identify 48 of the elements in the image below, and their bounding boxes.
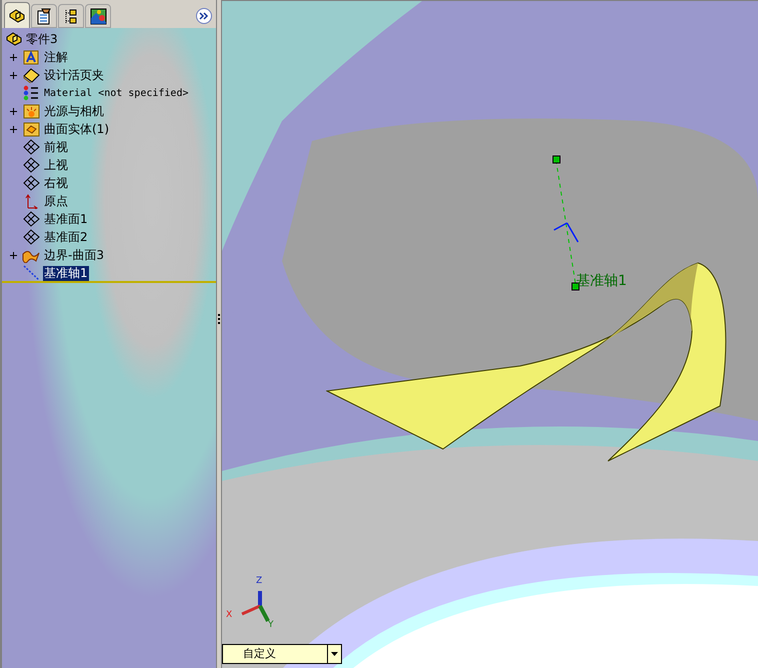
panel-tab[interactable] bbox=[31, 4, 57, 28]
tree-item[interactable]: 前视 bbox=[43, 140, 69, 154]
appearance-icon bbox=[90, 8, 106, 24]
hierarchy-icon bbox=[63, 8, 79, 24]
bodies-folder-icon bbox=[22, 122, 40, 136]
double-chevron-right-icon bbox=[199, 12, 209, 20]
tree-item[interactable]: 曲面实体(1) bbox=[43, 122, 110, 136]
plane-icon bbox=[22, 157, 40, 173]
view-dropdown[interactable]: 自定义 bbox=[222, 644, 342, 664]
tree-item[interactable]: 基准轴1 bbox=[43, 266, 89, 280]
origin-icon bbox=[24, 193, 38, 209]
panel-tab[interactable] bbox=[4, 2, 30, 28]
z-axis-label: Z bbox=[256, 577, 262, 586]
tree-item[interactable]: 设计活页夹 bbox=[43, 68, 105, 82]
annotation-folder-icon bbox=[23, 50, 39, 64]
plane-icon bbox=[22, 175, 40, 191]
material-icon bbox=[22, 85, 40, 101]
expand-plus-icon[interactable] bbox=[10, 108, 16, 114]
tree-item[interactable]: 注解 bbox=[43, 50, 69, 64]
part-icon bbox=[8, 8, 26, 24]
part-icon bbox=[5, 31, 23, 47]
tree-item[interactable]: 边界-曲面3 bbox=[43, 248, 105, 262]
x-axis-label: X bbox=[226, 611, 232, 620]
axis-icon bbox=[22, 265, 40, 281]
tree-item[interactable]: 原点 bbox=[43, 194, 69, 208]
expand-plus-icon[interactable] bbox=[10, 54, 16, 60]
document-icon bbox=[36, 8, 52, 24]
tree-item[interactable]: 基准面2 bbox=[43, 230, 89, 244]
plane-icon bbox=[22, 139, 40, 155]
tree-root-label[interactable]: 零件3 bbox=[26, 30, 58, 48]
panel-tab[interactable] bbox=[85, 4, 111, 28]
axis-label: 基准轴1 bbox=[576, 272, 627, 291]
lights-folder-icon bbox=[22, 104, 40, 118]
binder-icon bbox=[22, 68, 40, 82]
tree-item[interactable]: 基准面1 bbox=[43, 212, 89, 226]
expand-plus-icon[interactable] bbox=[10, 252, 16, 258]
expand-plus-icon[interactable] bbox=[10, 126, 16, 132]
plane-icon bbox=[22, 211, 40, 227]
tree-item[interactable]: Material <not specified> bbox=[43, 86, 190, 100]
plane-icon bbox=[22, 229, 40, 245]
y-axis-label: Y bbox=[268, 621, 274, 630]
tree-item[interactable]: 右视 bbox=[43, 176, 69, 190]
expand-plus-icon[interactable] bbox=[10, 72, 16, 78]
dropdown-arrow-icon bbox=[331, 652, 338, 656]
expand-panel-button[interactable] bbox=[196, 8, 212, 24]
panel-tab[interactable] bbox=[58, 4, 84, 28]
tree-item[interactable]: 光源与相机 bbox=[43, 104, 105, 118]
tree-item[interactable]: 上视 bbox=[43, 158, 69, 172]
